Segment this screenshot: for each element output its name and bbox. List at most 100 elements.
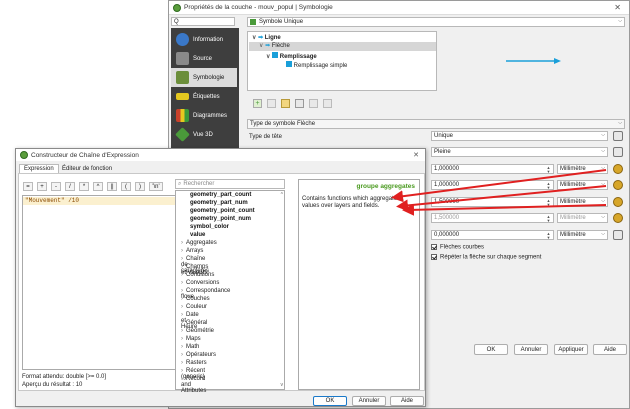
- layer-properties-titlebar: Propriétés de la couche - mouv_popul | S…: [169, 1, 629, 15]
- function-item[interactable]: value: [190, 232, 205, 238]
- function-item[interactable]: symbol_color: [190, 224, 229, 230]
- add-layer-button[interactable]: +: [253, 99, 262, 108]
- information-icon: [176, 33, 189, 46]
- spin-arrows-icon[interactable]: ▲ ▼: [546, 232, 551, 240]
- function-item[interactable]: geometry_part_count: [190, 192, 251, 198]
- scrollbar-down-icon[interactable]: v: [281, 382, 284, 388]
- function-group-item[interactable]: Conversions: [181, 280, 219, 286]
- function-group-item[interactable]: Conditions: [181, 272, 214, 278]
- operator-divide-button[interactable]: /: [65, 182, 75, 191]
- arrow-width-input[interactable]: 1,000000 ▲ ▼: [431, 164, 554, 174]
- function-group-item[interactable]: Opérateurs: [181, 352, 216, 358]
- head-thickness-data-defined-icon[interactable]: [613, 213, 623, 223]
- sidebar-item-3d-view[interactable]: Vue 3D: [171, 125, 237, 144]
- arrow-start-width-data-defined-icon[interactable]: [613, 180, 623, 190]
- operator-plus-button[interactable]: +: [37, 182, 47, 191]
- single-symbol-icon: [250, 19, 256, 25]
- lock-layer-button[interactable]: [281, 99, 290, 108]
- function-group-item[interactable]: Rasters: [181, 360, 207, 366]
- tree-item-fill[interactable]: ∨ Remplissage: [266, 52, 317, 60]
- sidebar-item-diagrams[interactable]: Diagrammes: [171, 106, 237, 125]
- sidebar-item-source[interactable]: Source: [171, 49, 237, 68]
- curved-arrows-checkbox[interactable]: Flèches courbes: [431, 244, 484, 251]
- spin-arrows-icon[interactable]: ▲ ▼: [546, 215, 551, 223]
- expression-builder-titlebar: Constructeur de Chaîne d'Expression ✕: [16, 149, 425, 161]
- tree-item-simple-fill[interactable]: Remplissage simple: [286, 61, 347, 69]
- head-type-label: Type de tête: [249, 134, 283, 140]
- tree-item-arrow[interactable]: ∨ ➡ Flèche: [249, 42, 436, 51]
- ok-button[interactable]: OK: [474, 344, 508, 355]
- operator-open-paren-button[interactable]: (: [121, 182, 131, 191]
- remove-layer-button[interactable]: [267, 99, 276, 108]
- head-length-input[interactable]: 1,500000 ▲ ▼: [431, 197, 554, 207]
- offset-unit-select[interactable]: Millimètre: [557, 230, 608, 240]
- operator-close-paren-button[interactable]: ): [135, 182, 145, 191]
- close-icon[interactable]: ✕: [614, 3, 621, 12]
- head-thickness-input[interactable]: 1,500000 ▲ ▼: [431, 213, 554, 223]
- function-item[interactable]: geometry_point_num: [190, 216, 251, 222]
- scrollbar-up-icon[interactable]: ^: [281, 192, 283, 198]
- tab-function-editor[interactable]: Éditeur de fonction: [58, 165, 116, 173]
- cancel-button[interactable]: Annuler: [514, 344, 548, 355]
- function-item[interactable]: geometry_point_count: [190, 208, 255, 214]
- arrow-width-data-defined-icon[interactable]: [613, 164, 623, 174]
- spin-arrows-icon[interactable]: ▲ ▼: [546, 166, 551, 174]
- preview-label: Aperçu du résultat : 10: [22, 382, 83, 388]
- function-group-item[interactable]: Couches: [181, 296, 210, 302]
- head-thickness-unit-select[interactable]: Millimètre: [557, 213, 608, 223]
- checkbox-checked-icon: [431, 254, 437, 260]
- help-button[interactable]: Aide: [390, 396, 424, 406]
- apply-button[interactable]: Appliquer: [554, 344, 588, 355]
- layer-search-input[interactable]: Q: [171, 17, 235, 26]
- arrow-type-select[interactable]: Pleine: [431, 147, 608, 157]
- offset-data-defined-icon[interactable]: [613, 230, 623, 240]
- spin-arrows-icon[interactable]: ▲ ▼: [546, 199, 551, 207]
- arrow-type-override-icon[interactable]: [613, 147, 623, 157]
- tab-expression[interactable]: Expression: [19, 164, 59, 173]
- sidebar-item-labels[interactable]: Étiquettes: [171, 87, 237, 106]
- search-icon: ⌕: [178, 180, 182, 187]
- arrow-width-unit-select[interactable]: Millimètre: [557, 164, 608, 174]
- function-search-input[interactable]: ⌕ Rechercher: [175, 179, 285, 189]
- head-type-override-icon[interactable]: [613, 131, 623, 141]
- function-item[interactable]: geometry_part_num: [190, 200, 248, 206]
- operator-multiply-button[interactable]: *: [79, 182, 89, 191]
- renderer-select[interactable]: Symbole Unique: [247, 17, 625, 27]
- repeat-arrow-checkbox[interactable]: Répéter la flèche sur chaque segment: [431, 254, 541, 261]
- tree-item-line[interactable]: ∨ ➡ Ligne: [252, 34, 281, 41]
- function-group-item[interactable]: Général: [181, 320, 207, 326]
- function-group-item[interactable]: Géométrie: [181, 328, 214, 334]
- symbol-layer-tree[interactable]: ∨ ➡ Ligne ∨ ➡ Flèche ∨ Remplissage Rempl…: [247, 31, 437, 91]
- close-icon[interactable]: ✕: [413, 151, 419, 159]
- symbol-type-select[interactable]: Type de symbole Flèche: [247, 119, 625, 129]
- function-group-item[interactable]: Record and Attributes: [181, 376, 206, 394]
- duplicate-layer-button[interactable]: [295, 99, 304, 108]
- head-length-data-defined-icon[interactable]: [613, 197, 623, 207]
- function-group-item[interactable]: Couleur: [181, 304, 207, 310]
- function-group-item[interactable]: Arrays: [181, 248, 203, 254]
- arrow-start-width-input[interactable]: 1,000000 ▲ ▼: [431, 180, 554, 190]
- move-down-button[interactable]: [323, 99, 332, 108]
- expression-builder-dialog: Constructeur de Chaîne d'Expression ✕ Ex…: [15, 148, 426, 407]
- operator-equals-button[interactable]: =: [23, 182, 33, 191]
- head-length-unit-select[interactable]: Millimètre: [557, 197, 608, 207]
- head-type-select[interactable]: Unique: [431, 131, 608, 141]
- function-group-item[interactable]: Aggregates: [181, 240, 217, 246]
- operator-newline-button[interactable]: '\n': [149, 182, 163, 191]
- ok-button[interactable]: OK: [313, 396, 347, 406]
- function-group-item[interactable]: Math: [181, 344, 199, 350]
- operator-minus-button[interactable]: -: [51, 182, 61, 191]
- spin-arrows-icon[interactable]: ▲ ▼: [546, 182, 551, 190]
- offset-input[interactable]: 0,000000 ▲ ▼: [431, 230, 554, 240]
- help-button[interactable]: Aide: [593, 344, 627, 355]
- expression-editor[interactable]: "Mouvement" /10: [22, 195, 183, 370]
- cancel-button[interactable]: Annuler: [352, 396, 386, 406]
- arrow-start-width-unit-select[interactable]: Millimètre: [557, 180, 608, 190]
- operator-concat-button[interactable]: ||: [107, 182, 117, 191]
- operator-power-button[interactable]: ^: [93, 182, 103, 191]
- sidebar-item-symbology[interactable]: Symbologie: [171, 68, 237, 87]
- move-up-button[interactable]: [309, 99, 318, 108]
- qgis-logo-icon: [20, 151, 28, 159]
- sidebar-item-information[interactable]: Information: [171, 30, 237, 49]
- function-group-item[interactable]: Maps: [181, 336, 201, 342]
